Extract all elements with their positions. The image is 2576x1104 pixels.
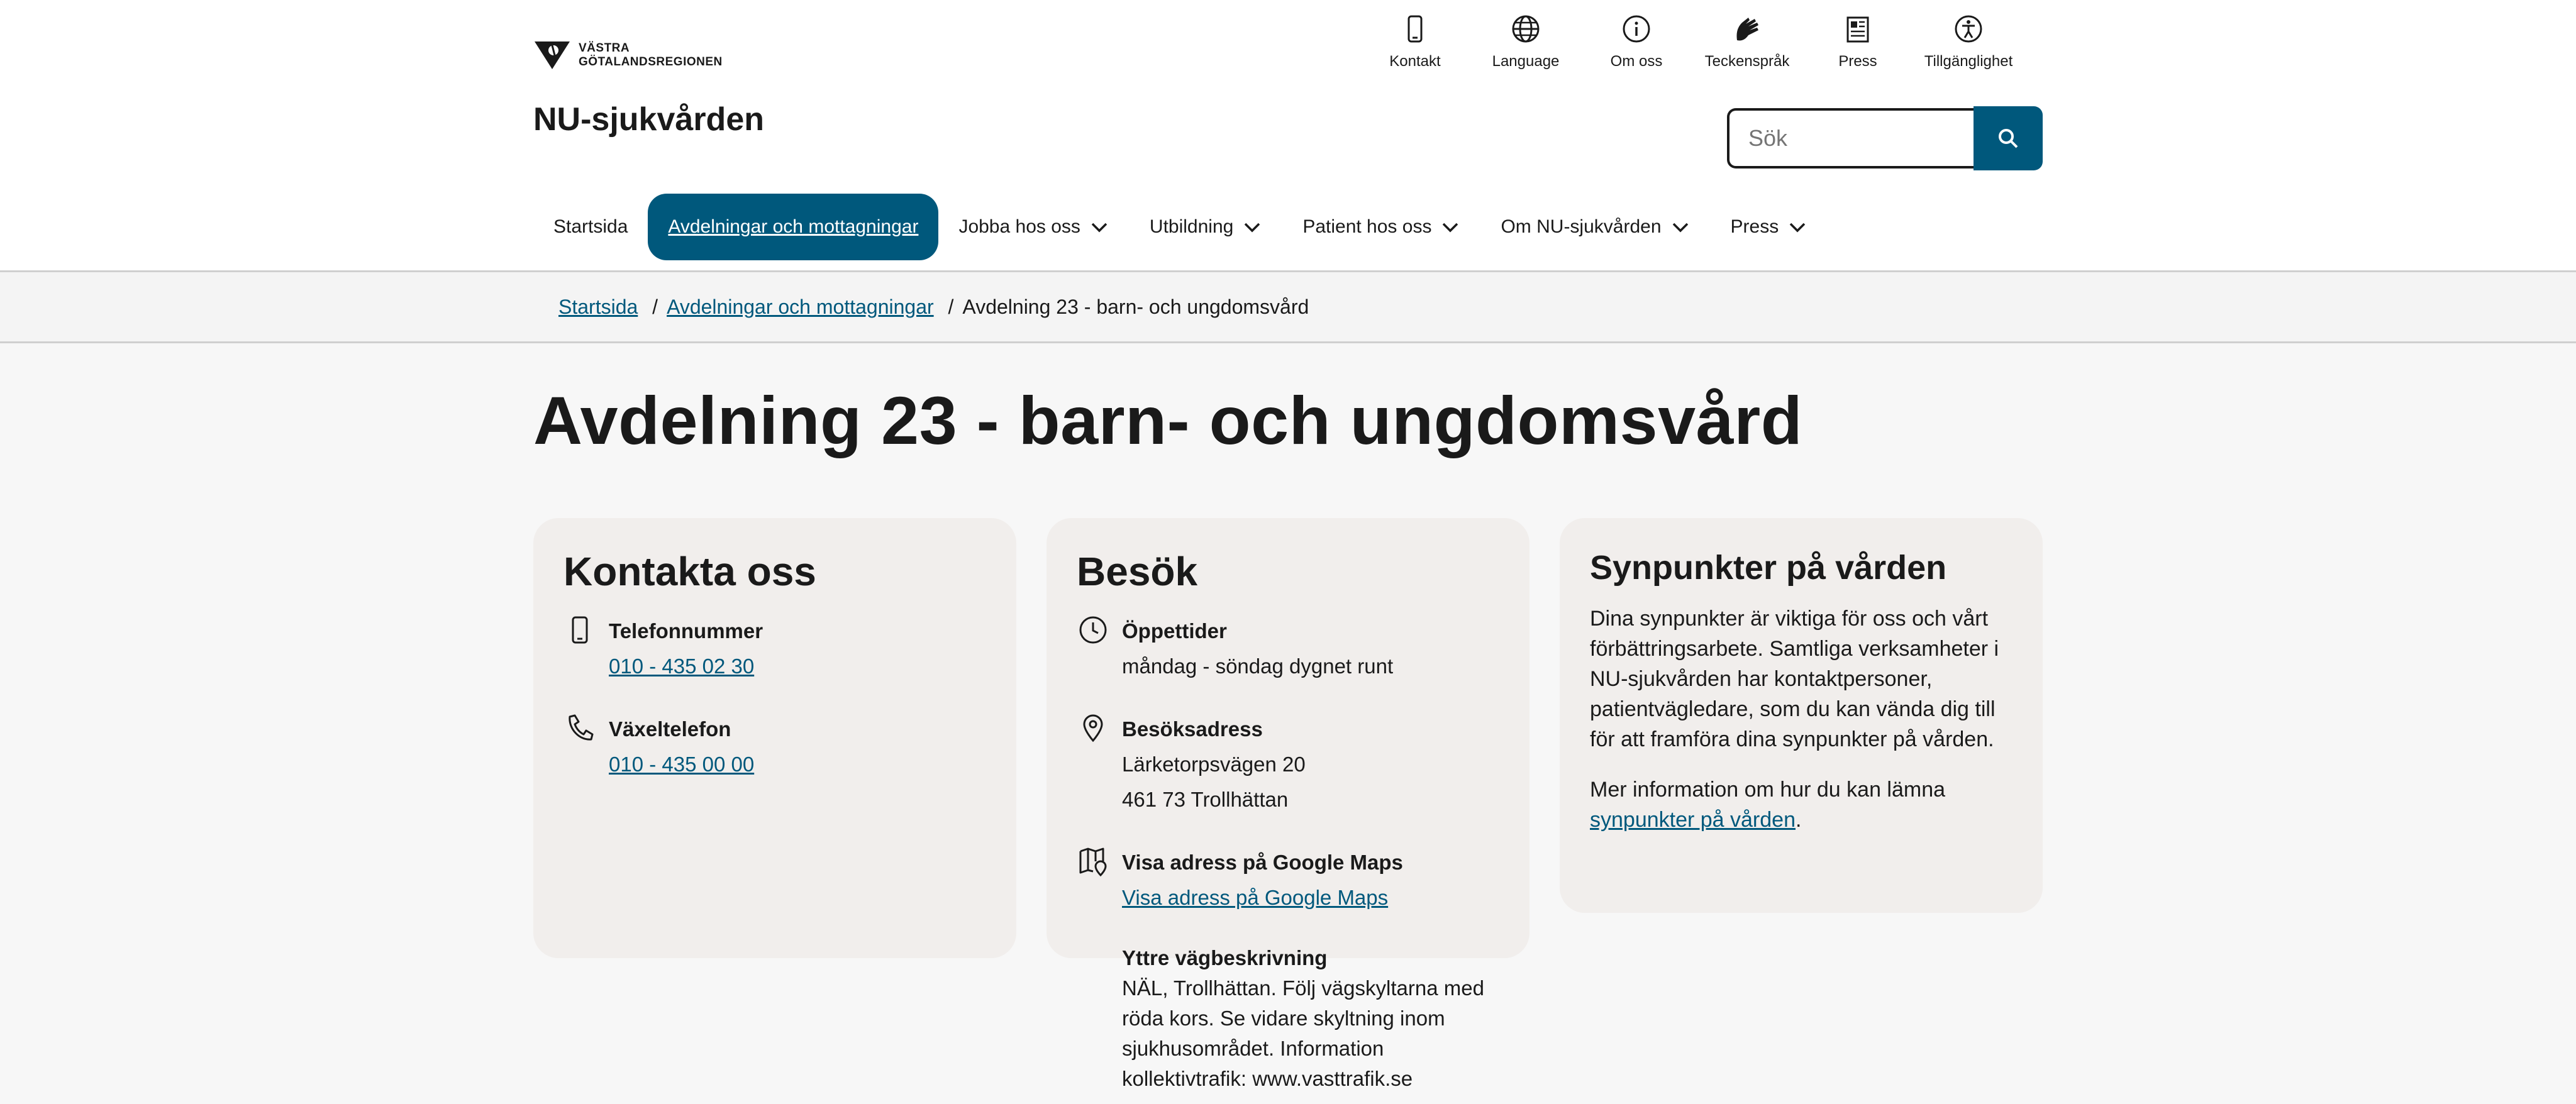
utility-nav: Kontakt Language Om oss Teckenspråk Pres… — [1360, 13, 2024, 70]
nav-om-nu-label: Om NU-sjukvården — [1501, 216, 1662, 237]
util-press[interactable]: Press — [1802, 13, 1913, 70]
clock-icon — [1079, 616, 1107, 644]
nav-avdelningar[interactable]: Avdelningar och mottagningar — [648, 194, 939, 260]
breadcrumb-current: Avdelning 23 - barn- och ungdomsvård — [962, 295, 1309, 318]
route-row: Yttre vägbeskrivning NÄL, Trollhättan. F… — [1077, 943, 1499, 1094]
maps-row: Visa adress på Google Maps Visa adress p… — [1077, 845, 1499, 915]
util-om-oss[interactable]: Om oss — [1581, 13, 1692, 70]
sign-language-icon — [1736, 18, 1758, 41]
nav-jobba[interactable]: Jobba hos oss — [938, 194, 1129, 260]
visit-card-title: Besök — [1077, 549, 1198, 594]
phone-icon — [1407, 15, 1423, 43]
feedback-card: Synpunkter på vården Dina synpunkter är … — [1560, 518, 2043, 913]
util-tillganglighet[interactable]: Tillgänglighet — [1913, 13, 2024, 70]
page-title: Avdelning 23 - barn- och ungdomsvård — [533, 382, 1803, 458]
contact-card: Kontakta oss Telefonnummer 010 - 435 02 … — [533, 518, 1016, 958]
mobile-phone-icon — [572, 616, 588, 644]
address-row: Besöksadress Lärketorpsvägen 20 461 73 T… — [1077, 712, 1499, 817]
nav-press[interactable]: Press — [1711, 194, 1828, 260]
vgr-logo-icon — [535, 41, 570, 69]
phone-link[interactable]: 010 - 435 02 30 — [609, 654, 754, 678]
maps-link[interactable]: Visa adress på Google Maps — [1122, 886, 1388, 909]
switchboard-link[interactable]: 010 - 435 00 00 — [609, 753, 754, 776]
feedback-link[interactable]: synpunkter på vården — [1590, 808, 1796, 832]
feedback-more-info: Mer information om hur du kan lämna synp… — [1590, 775, 2012, 835]
chevron-down-icon — [1443, 223, 1458, 233]
logo-line2: GÖTALANDSREGIONEN — [579, 55, 723, 69]
nav-patient[interactable]: Patient hos oss — [1282, 194, 1480, 260]
breadcrumb-separator: / — [942, 295, 954, 318]
contact-card-title: Kontakta oss — [564, 549, 816, 594]
search-form — [1727, 106, 2043, 170]
feedback-paragraph: Dina synpunkter är viktiga för oss och v… — [1590, 607, 1999, 751]
util-press-label: Press — [1838, 53, 1877, 70]
main-nav: Startsida Avdelningar och mottagningar J… — [533, 194, 1828, 260]
util-kontakt[interactable]: Kontakt — [1360, 13, 1470, 70]
nav-avdelningar-label: Avdelningar och mottagningar — [668, 216, 919, 237]
chevron-down-icon — [1245, 223, 1260, 233]
feedback-period: . — [1795, 808, 1802, 832]
util-language-label: Language — [1492, 53, 1560, 70]
accessibility-icon — [1955, 15, 1982, 43]
opening-hours-value: måndag - söndag dygnet runt — [1122, 654, 1394, 678]
site-title[interactable]: NU-sjukvården — [533, 101, 764, 138]
nav-patient-label: Patient hos oss — [1302, 216, 1432, 237]
breadcrumb-separator: / — [647, 295, 658, 318]
search-icon — [1999, 129, 2018, 148]
address-line1: Lärketorpsvägen 20 — [1122, 753, 1306, 776]
util-om-oss-label: Om oss — [1610, 53, 1663, 70]
breadcrumb-startsida[interactable]: Startsida — [558, 295, 638, 319]
opening-hours-row: Öppettider måndag - söndag dygnet runt — [1077, 614, 1499, 684]
vgr-logo[interactable]: VÄSTRA GÖTALANDSREGIONEN — [533, 39, 723, 72]
site-header: VÄSTRA GÖTALANDSREGIONEN NU-sjukvården K… — [0, 0, 2576, 272]
search-button[interactable] — [1974, 106, 2043, 170]
nav-startsida-label: Startsida — [553, 216, 628, 237]
newspaper-icon — [1846, 16, 1869, 43]
opening-hours-label: Öppettider — [1122, 619, 1227, 643]
switchboard-label: Växeltelefon — [609, 717, 731, 741]
visit-card: Besök Öppettider måndag - söndag dygnet … — [1046, 518, 1530, 1090]
breadcrumb-avdelningar[interactable]: Avdelningar och mottagningar — [667, 295, 934, 319]
contact-phone-row: Telefonnummer 010 - 435 02 30 — [564, 614, 986, 684]
util-kontakt-label: Kontakt — [1389, 53, 1441, 70]
phone-label: Telefonnummer — [609, 619, 763, 643]
util-language[interactable]: Language — [1470, 13, 1581, 70]
map-icon — [1079, 847, 1107, 877]
chevron-down-icon — [1789, 223, 1806, 233]
route-text: NÄL, Trollhättan. Följ vägskyltarna med … — [1122, 976, 1484, 1090]
feedback-more-info-text: Mer information om hur du kan lämna — [1590, 778, 1946, 802]
search-input[interactable] — [1727, 108, 1974, 168]
nav-jobba-label: Jobba hos oss — [958, 216, 1080, 237]
address-label: Besöksadress — [1122, 717, 1263, 741]
address-line2: 461 73 Trollhättan — [1122, 788, 1289, 811]
map-pin-icon — [1083, 714, 1103, 742]
breadcrumb: Startsida / Avdelningar och mottagningar… — [0, 272, 2576, 343]
info-icon — [1623, 15, 1650, 43]
contact-switchboard-row: Växeltelefon 010 - 435 00 00 — [564, 712, 986, 782]
maps-label: Visa adress på Google Maps — [1122, 851, 1403, 874]
nav-utbildning[interactable]: Utbildning — [1130, 194, 1282, 260]
util-teckensprak-label: Teckenspråk — [1704, 53, 1790, 70]
phone-handset-icon — [569, 714, 594, 741]
globe-icon — [1512, 15, 1540, 43]
nav-utbildning-label: Utbildning — [1149, 216, 1234, 237]
util-teckensprak[interactable]: Teckenspråk — [1692, 13, 1802, 70]
nav-om-nu[interactable]: Om NU-sjukvården — [1480, 194, 1710, 260]
nav-startsida[interactable]: Startsida — [533, 194, 648, 260]
chevron-down-icon — [1672, 223, 1688, 233]
route-label: Yttre vägbeskrivning — [1122, 946, 1328, 969]
nav-press-label: Press — [1730, 216, 1779, 237]
logo-line1: VÄSTRA — [579, 41, 630, 55]
util-tillganglighet-label: Tillgänglighet — [1924, 53, 2013, 70]
chevron-down-icon — [1091, 223, 1108, 233]
feedback-card-title: Synpunkter på vården — [1590, 549, 1947, 587]
